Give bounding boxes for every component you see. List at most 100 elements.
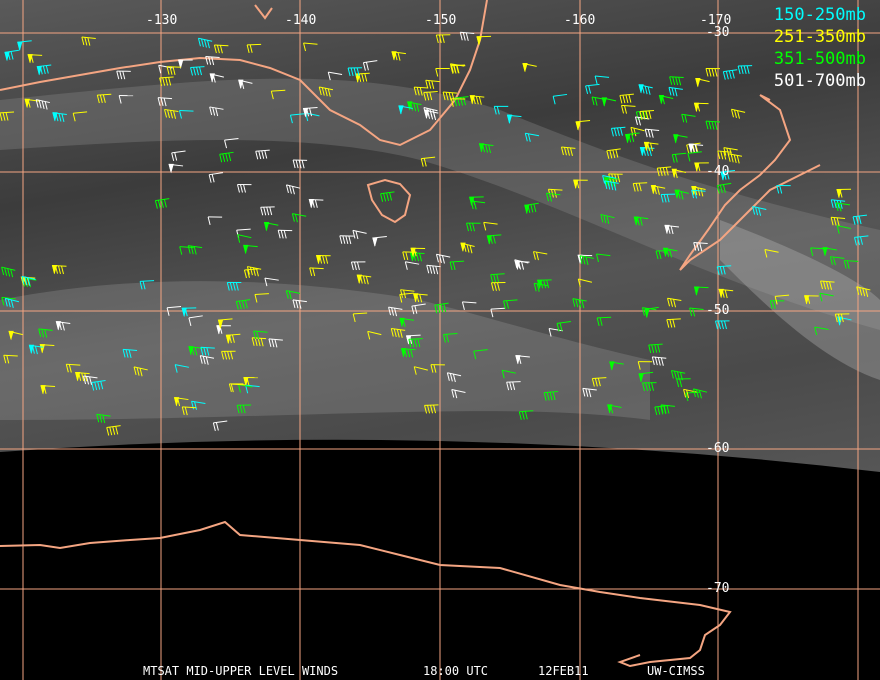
wind-barb	[667, 297, 682, 308]
wind-barb	[644, 128, 660, 138]
wind-barb	[651, 356, 667, 366]
lon-label: -130	[146, 13, 178, 28]
legend: 150-250mb 251-350mb 351-500mb 501-700mb	[774, 4, 866, 92]
legend-item-150-250mb: 150-250mb	[773, 5, 866, 25]
wind-barb	[692, 388, 708, 399]
wind-barb	[116, 70, 131, 80]
wind-barb	[673, 134, 688, 144]
wind-barb	[339, 235, 354, 245]
lon-label: -160	[564, 13, 596, 28]
wind-barb	[693, 102, 709, 113]
wind-barb	[435, 67, 450, 77]
wind-barb	[362, 60, 378, 71]
wind-barb	[435, 34, 451, 44]
wind-barb	[426, 264, 441, 275]
wind-barb	[852, 214, 868, 225]
wind-barb	[483, 221, 498, 231]
wind-barb	[461, 301, 477, 310]
wind-barb	[595, 253, 611, 263]
wind-barb	[460, 242, 475, 254]
legend-item-251-350mb: 251-350mb	[773, 27, 866, 47]
wind-barb	[486, 234, 502, 245]
wind-barb	[693, 286, 709, 296]
wind-barb	[303, 42, 318, 52]
satellite-map: -130 -140 -150 -160 -170 -30 -40 -50 -60…	[0, 0, 880, 680]
wind-barb	[610, 126, 626, 137]
wind-barb	[106, 425, 121, 436]
legend-item-351-500mb: 351-500mb	[773, 49, 866, 69]
lat-label: -30	[706, 25, 730, 40]
caption-date: 12FEB11	[538, 664, 589, 678]
wind-barb	[291, 213, 307, 223]
wind-barb	[459, 31, 475, 41]
wind-barb	[524, 202, 539, 215]
wind-barb	[309, 267, 324, 277]
wind-barb	[246, 43, 262, 54]
wind-barb	[522, 62, 537, 73]
wind-barb	[641, 307, 657, 316]
wind-barb	[4, 49, 19, 62]
wind-barb	[476, 35, 492, 46]
wind-barb	[727, 153, 743, 164]
wind-barb	[1, 266, 16, 278]
wind-barb	[449, 260, 465, 271]
wind-barb	[687, 151, 702, 162]
caption-product: MTSAT MID-UPPER LEVEL WINDS	[143, 664, 339, 678]
wind-barb	[676, 378, 691, 388]
wind-barb	[219, 151, 234, 163]
wind-barb	[350, 261, 366, 271]
wind-barb	[669, 76, 684, 86]
legend-item-501-700mb: 501-700mb	[773, 71, 866, 91]
wind-barb	[490, 307, 505, 318]
wind-barb	[213, 44, 229, 54]
wind-barb	[718, 288, 734, 299]
wind-barb	[556, 320, 571, 332]
wind-barb	[243, 244, 258, 255]
wind-barb	[532, 251, 548, 261]
wind-barb	[648, 343, 663, 354]
wind-barb	[737, 65, 753, 75]
wind-barb	[308, 199, 324, 209]
wind-barb	[236, 183, 252, 193]
wind-barb	[208, 172, 224, 183]
wind-barb	[237, 234, 252, 243]
wind-barb	[285, 184, 301, 195]
wind-barb	[594, 75, 610, 85]
wind-barb	[190, 66, 205, 76]
wind-barb	[263, 222, 279, 232]
wind-barb	[179, 246, 194, 255]
wind-barb	[638, 84, 653, 95]
coastline-tasmania	[366, 178, 412, 224]
wind-barb	[621, 104, 636, 114]
wind-barb	[81, 36, 96, 46]
wind-barb	[730, 108, 746, 119]
wind-barb	[260, 206, 275, 216]
wind-barb	[490, 281, 506, 291]
wind-barb	[36, 64, 52, 76]
wind-barb	[154, 198, 170, 209]
wind-barb	[548, 328, 563, 337]
wind-barb	[255, 149, 270, 160]
wind-barb	[596, 316, 612, 327]
wind-barb	[668, 86, 683, 97]
wind-barb	[315, 254, 331, 265]
wind-barb	[658, 95, 674, 105]
wind-barb	[166, 66, 182, 76]
wind-barb	[681, 113, 696, 123]
wind-barb	[722, 69, 738, 80]
lat-label: -70	[706, 581, 730, 596]
wind-barb	[490, 273, 505, 283]
wind-barb	[503, 299, 518, 310]
wind-barb	[246, 266, 262, 277]
wind-barb	[466, 222, 481, 232]
caption-source: UW-CIMSS	[647, 664, 705, 678]
wind-barb	[380, 191, 395, 202]
wind-barb	[404, 261, 420, 270]
wind-barb	[168, 163, 184, 174]
wind-barb	[352, 229, 367, 240]
wind-barb	[575, 119, 591, 131]
wind-barb	[355, 72, 370, 83]
caption-time: 18:00 UTC	[423, 664, 489, 678]
wind-barb	[689, 307, 704, 317]
wind-barb	[197, 37, 213, 49]
